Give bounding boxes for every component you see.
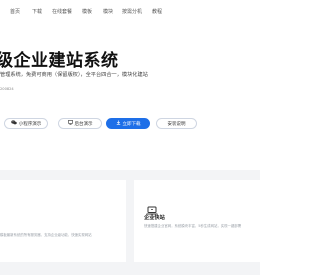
hero-title: 级企业建站系统 bbox=[0, 51, 119, 71]
admin-demo-label: 后台演示 bbox=[74, 121, 93, 127]
feature-desc-2: 快速搭建企业官网，系统模块丰富，5秒生成网站，实现一键部署 bbox=[144, 224, 242, 228]
nav-item-tutorials[interactable]: 教程 bbox=[152, 8, 162, 15]
nav-item-custom[interactable]: 按需分机 bbox=[122, 8, 142, 15]
install-guide-label: 安装说明 bbox=[167, 121, 186, 127]
wechat-icon bbox=[11, 120, 17, 128]
monitor-icon bbox=[67, 119, 73, 128]
hero-subtitle: 管理系统，免费可商用（保留版权），全平台四合一，模块化建站 bbox=[0, 72, 148, 78]
nav-item-templates[interactable]: 模板 bbox=[82, 8, 92, 15]
features-section: 模板最新系统的所有服务器，支持企业级功能，快速实现网站 企业快站 快速搭建企业官… bbox=[0, 170, 260, 275]
download-icon bbox=[116, 120, 121, 128]
nav-item-online-plans[interactable]: 在线套餐 bbox=[52, 8, 72, 15]
install-guide-button[interactable]: 安装说明 bbox=[156, 118, 197, 129]
mini-program-demo-label: 小程序演示 bbox=[18, 121, 42, 127]
feature-desc-1: 模板最新系统的所有服务器，支持企业级功能，快速实现网站 bbox=[0, 233, 92, 237]
hero-version: 200824 bbox=[0, 87, 14, 91]
download-now-label: 立即下载 bbox=[122, 121, 141, 127]
top-nav: 首页 下载 在线套餐 模板 模块 按需分机 教程 bbox=[0, 0, 260, 24]
feature-card-1: 模板最新系统的所有服务器，支持企业级功能，快速实现网站 bbox=[0, 180, 126, 262]
download-now-button[interactable]: 立即下载 bbox=[106, 118, 150, 129]
nav-item-modules[interactable]: 模块 bbox=[103, 8, 113, 15]
feature-title-2: 企业快站 bbox=[144, 215, 165, 221]
mini-program-demo-button[interactable]: 小程序演示 bbox=[4, 118, 48, 129]
feature-card-2: 企业快站 快速搭建企业官网，系统模块丰富，5秒生成网站，实现一键部署 bbox=[134, 180, 260, 262]
nav-item-download[interactable]: 下载 bbox=[32, 8, 42, 15]
admin-demo-button[interactable]: 后台演示 bbox=[58, 118, 102, 129]
nav-item-home[interactable]: 首页 bbox=[10, 8, 20, 15]
